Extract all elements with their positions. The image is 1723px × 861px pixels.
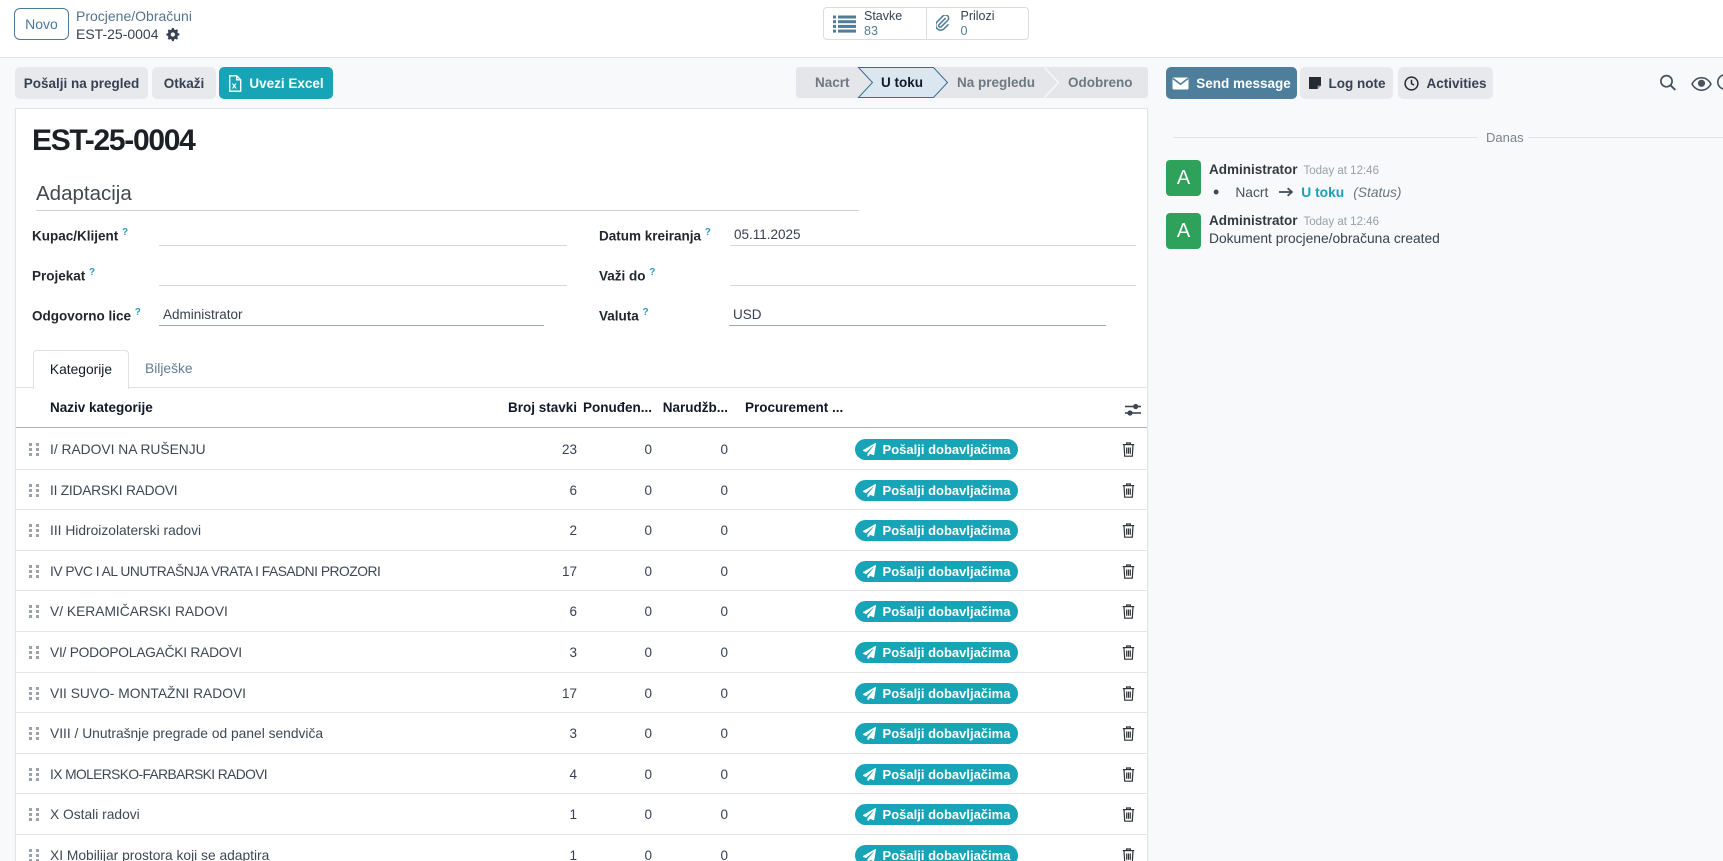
svg-text:x: x: [232, 80, 237, 90]
